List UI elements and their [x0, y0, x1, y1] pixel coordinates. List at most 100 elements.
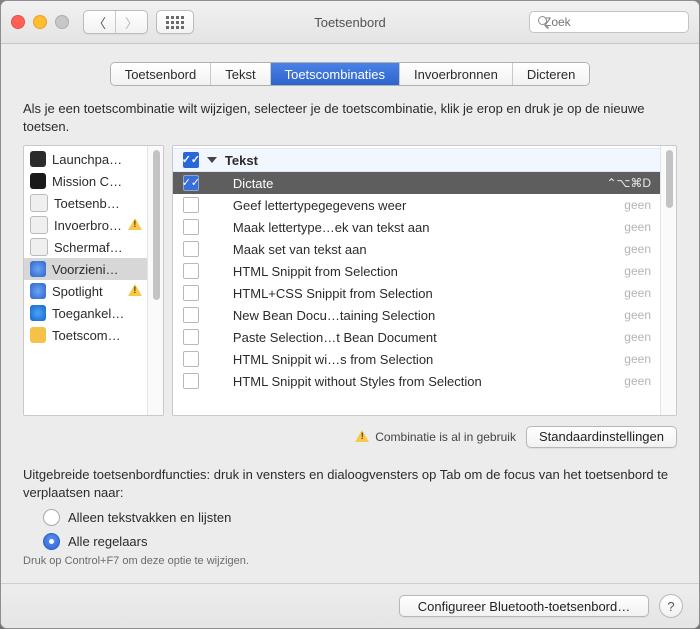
shortcut-row[interactable]: Paste Selection…t Bean Documentgeen	[173, 326, 661, 348]
sidebar-item-2[interactable]: Toetsenb…	[24, 192, 148, 214]
sidebar-item-label: Voorzieni…	[52, 262, 142, 277]
shortcut-list-panel: ✓ Tekst ✓ Dictate ⌃⌥⌘D Geef lettertypegegeven…	[172, 145, 677, 416]
minimize-icon[interactable]	[33, 15, 47, 29]
sidebar-item-5[interactable]: Voorzieni…	[24, 258, 148, 280]
shortcut-label: Geef lettertypegegevens weer	[209, 198, 604, 213]
sidebar-item-8[interactable]: Toetscom…	[24, 324, 148, 346]
radio-all-controls[interactable]: Alle regelaars	[43, 533, 677, 551]
shortcut-checkbox[interactable]: ✓	[183, 175, 199, 191]
shortcut-row[interactable]: HTML Snippit wi…s from Selection geen	[173, 348, 661, 370]
shortcut-label: HTML Snippit without Styles from Selecti…	[209, 374, 604, 389]
sidebar-scrollbar-thumb[interactable]	[153, 150, 160, 300]
shortcut-checkbox[interactable]	[183, 197, 199, 213]
sidebar-item-label: Toetscom…	[52, 328, 142, 343]
shortcut-label: HTML+CSS Snippit from Selection	[209, 286, 604, 301]
appshortcuts-icon	[30, 327, 46, 343]
grid-icon	[166, 16, 184, 29]
shortcut-row[interactable]: HTML Snippit without Styles from Selecti…	[173, 370, 661, 392]
shortcut-keys: geen	[614, 352, 651, 366]
zoom-icon	[55, 15, 69, 29]
keyboard-icon	[30, 194, 48, 212]
shortcut-keys: geen	[614, 308, 651, 322]
main-scrollbar-track[interactable]	[660, 146, 676, 415]
sidebar-item-6[interactable]: Spotlight	[24, 280, 148, 302]
radio-text-boxes-lists[interactable]: Alleen tekstvakken en lijsten	[43, 509, 677, 527]
tab-bar: ToetsenbordTekstToetscombinatiesInvoerbr…	[110, 62, 591, 86]
shortcut-keys: geen	[614, 286, 651, 300]
search-field[interactable]	[529, 11, 689, 33]
sidebar-item-label: Invoerbro…	[54, 218, 122, 233]
shortcut-row[interactable]: New Bean Docu…taining Selection geen	[173, 304, 661, 326]
sidebar-item-1[interactable]: Mission C…	[24, 170, 148, 192]
forward-button: 〉	[115, 11, 147, 33]
shortcut-checkbox[interactable]	[183, 285, 199, 301]
sidebar-item-label: Schermaf…	[54, 240, 142, 255]
combination-in-use-warning: Combinatie is al in gebruik	[355, 430, 516, 444]
tab-0[interactable]: Toetsenbord	[111, 63, 211, 85]
content-area: ToetsenbordTekstToetscombinatiesInvoerbr…	[1, 44, 699, 583]
show-all-button[interactable]	[156, 10, 194, 34]
category-sidebar: Launchpa… Mission C… Toetsenb… Invoerbro… Sc…	[23, 145, 164, 416]
spotlight-icon	[30, 283, 46, 299]
shortcut-keys: geen	[614, 264, 651, 278]
shortcut-row[interactable]: Maak lettertype…ek van tekst aangeen	[173, 216, 661, 238]
disclosure-triangle-icon[interactable]	[207, 157, 217, 163]
tab-1[interactable]: Tekst	[210, 63, 269, 85]
shortcut-label: Dictate	[209, 176, 587, 191]
shortcut-checkbox[interactable]	[183, 329, 199, 345]
launchpad-icon	[30, 151, 46, 167]
main-scrollbar-thumb[interactable]	[666, 150, 673, 208]
input-icon	[30, 216, 48, 234]
shortcut-row[interactable]: HTML+CSS Snippit from Selection geen	[173, 282, 661, 304]
services-icon	[30, 261, 46, 277]
tab-2[interactable]: Toetscombinaties	[270, 63, 399, 85]
sidebar-item-label: Toetsenb…	[54, 196, 142, 211]
group-header-label: Tekst	[225, 153, 651, 168]
tab-3[interactable]: Invoerbronnen	[399, 63, 512, 85]
shortcut-keys: geen	[614, 242, 651, 256]
sidebar-item-7[interactable]: Toegankel…	[24, 302, 148, 324]
mission-icon	[30, 173, 46, 189]
shortcut-row[interactable]: Maak set van tekst aan geen	[173, 238, 661, 260]
preferences-window: 〈 〉 Toetsenbord ToetsenbordTekstToetscom…	[0, 0, 700, 629]
shortcut-row[interactable]: Geef lettertypegegevens weer geen	[173, 194, 661, 216]
shortcut-label: Maak set van tekst aan	[209, 242, 604, 257]
shortcut-label: HTML Snippit from Selection	[209, 264, 604, 279]
shortcut-keys: geen	[614, 220, 651, 234]
warning-icon	[128, 284, 142, 298]
shortcut-checkbox[interactable]	[183, 373, 199, 389]
help-button[interactable]: ?	[659, 594, 683, 618]
shortcut-checkbox[interactable]	[183, 351, 199, 367]
restore-defaults-button[interactable]: Standaardinstellingen	[526, 426, 677, 448]
shortcut-label: New Bean Docu…taining Selection	[209, 308, 604, 323]
full-keyboard-access-note: Druk op Control+F7 om deze optie te wijz…	[23, 554, 677, 569]
split-view: Launchpa… Mission C… Toetsenb… Invoerbro… Sc…	[23, 145, 677, 416]
sidebar-item-label: Launchpa…	[52, 152, 142, 167]
sidebar-item-label: Spotlight	[52, 284, 122, 299]
sidebar-item-4[interactable]: Schermaf…	[24, 236, 148, 258]
shortcut-keys: ⌃⌥⌘D	[596, 176, 651, 190]
shortcut-keys: geen	[614, 198, 651, 212]
group-header-tekst[interactable]: ✓ Tekst	[173, 148, 661, 172]
configure-bluetooth-keyboard-button[interactable]: Configureer Bluetooth-toetsenbord…	[399, 595, 649, 617]
warning-icon	[355, 430, 369, 444]
search-input[interactable]	[544, 15, 699, 29]
back-button[interactable]: 〈	[84, 11, 115, 33]
titlebar: 〈 〉 Toetsenbord	[1, 1, 699, 44]
tab-4[interactable]: Dicteren	[512, 63, 589, 85]
full-keyboard-access-section: Uitgebreide toetsenbordfuncties: druk in…	[23, 466, 677, 569]
shortcut-checkbox[interactable]	[183, 219, 199, 235]
shortcut-keys: geen	[614, 330, 651, 344]
shortcut-row[interactable]: HTML Snippit from Selection geen	[173, 260, 661, 282]
group-checkbox[interactable]: ✓	[183, 152, 199, 168]
sidebar-scrollbar-track[interactable]	[147, 146, 163, 415]
sidebar-item-3[interactable]: Invoerbro…	[24, 214, 148, 236]
sidebar-item-0[interactable]: Launchpa…	[24, 148, 148, 170]
shortcut-checkbox[interactable]	[183, 307, 199, 323]
below-split-row: Combinatie is al in gebruik Standaardins…	[23, 426, 677, 448]
shortcut-checkbox[interactable]	[183, 263, 199, 279]
shortcut-row[interactable]: ✓ Dictate ⌃⌥⌘D	[173, 172, 661, 194]
shortcut-label: HTML Snippit wi…s from Selection	[209, 352, 604, 367]
shortcut-checkbox[interactable]	[183, 241, 199, 257]
close-icon[interactable]	[11, 15, 25, 29]
